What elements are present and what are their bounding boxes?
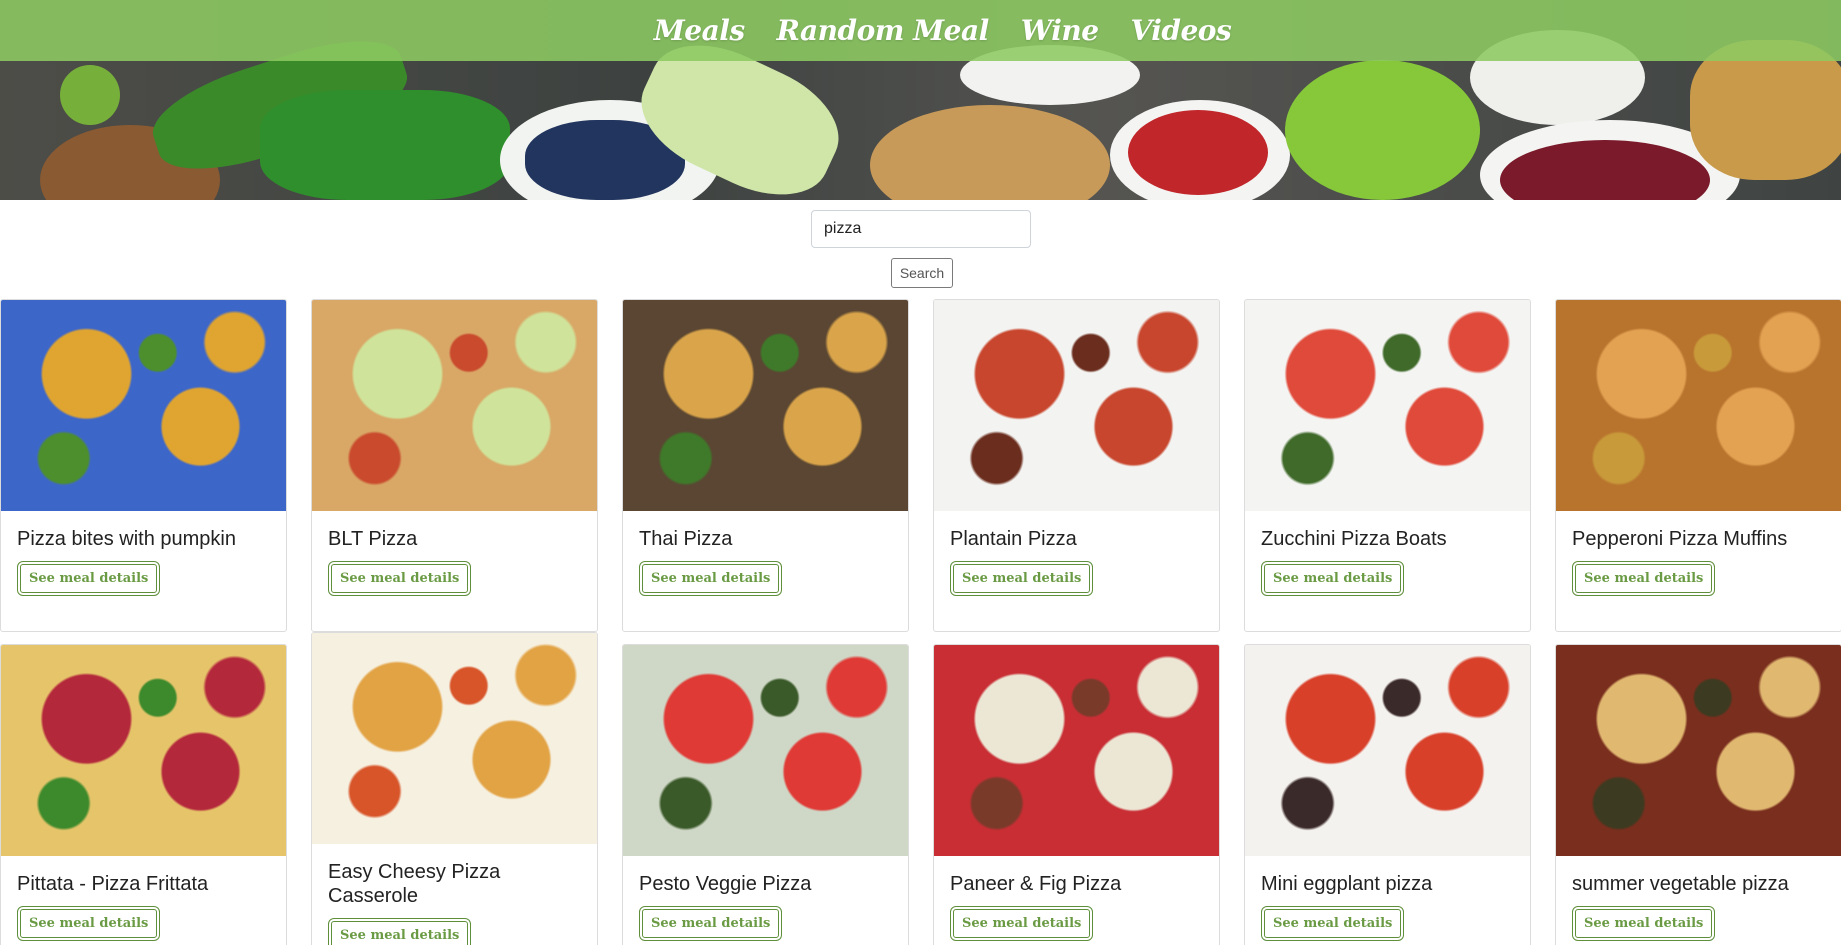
meal-card: Pizza bites with pumpkin See meal details xyxy=(0,299,287,632)
meal-card: Thai Pizza See meal details xyxy=(622,299,909,632)
meal-card: Plantain Pizza See meal details xyxy=(933,299,1220,632)
see-meal-details-button[interactable]: See meal details xyxy=(639,906,783,941)
meal-image xyxy=(1245,645,1530,856)
top-navbar: Meals Random Meal Wine Videos xyxy=(0,0,1841,61)
see-meal-details-button[interactable]: See meal details xyxy=(328,918,472,945)
meal-title: Pepperoni Pizza Muffins xyxy=(1572,528,1788,550)
meal-card: Pittata - Pizza Frittata See meal details xyxy=(0,644,287,945)
nav-random-meal[interactable]: Random Meal xyxy=(777,14,990,47)
nav-videos[interactable]: Videos xyxy=(1131,14,1232,47)
see-meal-details-button[interactable]: See meal details xyxy=(950,561,1094,596)
meal-image xyxy=(934,300,1219,511)
meal-image xyxy=(312,300,597,511)
meal-card: BLT Pizza See meal details xyxy=(311,299,598,632)
meal-image xyxy=(312,633,597,844)
meal-card: Mini eggplant pizza See meal details xyxy=(1244,644,1531,945)
see-meal-details-button[interactable]: See meal details xyxy=(17,906,161,941)
see-meal-details-button[interactable]: See meal details xyxy=(1261,906,1405,941)
grain-bowl-image xyxy=(870,105,1110,200)
see-meal-details-button[interactable]: See meal details xyxy=(950,906,1094,941)
see-meal-details-button[interactable]: See meal details xyxy=(17,561,161,596)
green-apple-image xyxy=(1285,60,1480,200)
meal-title: Zucchini Pizza Boats xyxy=(1261,528,1447,550)
meal-title: Thai Pizza xyxy=(639,528,733,550)
meal-image xyxy=(1245,300,1530,511)
meal-card: Pesto Veggie Pizza See meal details xyxy=(622,644,909,945)
ginger-image xyxy=(1690,40,1841,180)
see-meal-details-button[interactable]: See meal details xyxy=(1261,561,1405,596)
meal-image xyxy=(934,645,1219,856)
meal-title: Pesto Veggie Pizza xyxy=(639,873,812,895)
see-meal-details-button[interactable]: See meal details xyxy=(1572,906,1716,941)
meal-title: Easy Cheesy Pizza Casserole xyxy=(328,861,501,907)
goji-berries-image xyxy=(1128,110,1268,195)
meal-title: Mini eggplant pizza xyxy=(1261,873,1433,895)
nav-meals[interactable]: Meals xyxy=(654,14,745,47)
meal-title: Paneer & Fig Pizza xyxy=(950,873,1122,895)
meal-title: summer vegetable pizza xyxy=(1572,873,1789,895)
meal-image xyxy=(623,645,908,856)
meal-card: Paneer & Fig Pizza See meal details xyxy=(933,644,1220,945)
see-meal-details-button[interactable]: See meal details xyxy=(639,561,783,596)
meal-card: summer vegetable pizza See meal details xyxy=(1555,644,1841,945)
search-button[interactable]: Search xyxy=(891,258,953,288)
meal-card: Pepperoni Pizza Muffins See meal details xyxy=(1555,299,1841,632)
parsley-image xyxy=(260,90,510,200)
meal-title: Pizza bites with pumpkin xyxy=(17,528,236,550)
lime-image xyxy=(60,65,120,125)
meal-image xyxy=(1556,300,1841,511)
meal-image xyxy=(1,300,286,511)
meal-card: Zucchini Pizza Boats See meal details xyxy=(1244,299,1531,632)
meal-image xyxy=(1556,645,1841,856)
search-input[interactable] xyxy=(811,210,1031,248)
meal-card: Easy Cheesy Pizza Casserole See meal deta… xyxy=(311,632,598,945)
see-meal-details-button[interactable]: See meal details xyxy=(328,561,472,596)
meal-title: BLT Pizza xyxy=(328,528,418,550)
nav-wine[interactable]: Wine xyxy=(1021,14,1099,47)
meal-title: Plantain Pizza xyxy=(950,528,1077,550)
see-meal-details-button[interactable]: See meal details xyxy=(1572,561,1716,596)
meal-image xyxy=(1,645,286,856)
meal-image xyxy=(623,300,908,511)
meal-title: Pittata - Pizza Frittata xyxy=(17,873,209,895)
